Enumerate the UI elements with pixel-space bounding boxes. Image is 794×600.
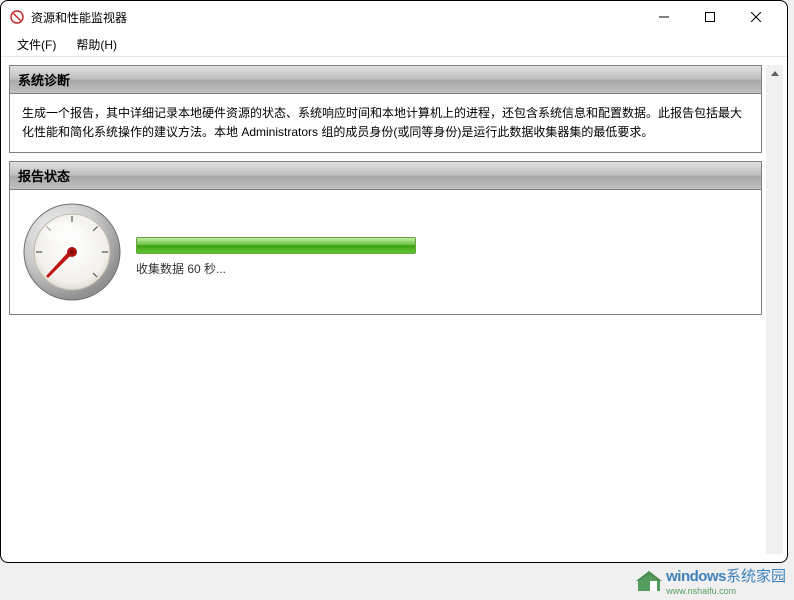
report-body: 收集数据 60 秒... bbox=[10, 190, 761, 314]
gauge-icon bbox=[22, 202, 122, 302]
scrollbar-vertical[interactable] bbox=[766, 65, 783, 554]
menu-help[interactable]: 帮助(H) bbox=[68, 34, 125, 55]
house-icon bbox=[636, 569, 662, 593]
progress-bar bbox=[136, 237, 416, 254]
app-window: 资源和性能监视器 文件(F) 帮助(H) 系统诊断 生成一个报告，其中详细记录本… bbox=[0, 0, 788, 563]
app-icon bbox=[9, 9, 25, 25]
watermark-brand-b: 系统家园 bbox=[726, 568, 786, 585]
scrollbar-up-icon[interactable] bbox=[766, 65, 783, 82]
maximize-button[interactable] bbox=[687, 2, 733, 32]
progress-fill bbox=[137, 238, 415, 253]
window-title: 资源和性能监视器 bbox=[31, 9, 641, 26]
content-inner: 系统诊断 生成一个报告，其中详细记录本地硬件资源的状态、系统响应时间和本地计算机… bbox=[9, 65, 762, 554]
titlebar: 资源和性能监视器 bbox=[1, 1, 787, 33]
watermark-url: www.nshaifu.com bbox=[666, 586, 786, 596]
menu-file[interactable]: 文件(F) bbox=[9, 34, 64, 55]
close-button[interactable] bbox=[733, 2, 779, 32]
progress-section: 收集数据 60 秒... bbox=[136, 227, 749, 277]
watermark-brand-a: windows bbox=[666, 568, 726, 585]
panel-header-status: 报告状态 bbox=[10, 162, 761, 190]
menubar: 文件(F) 帮助(H) bbox=[1, 33, 787, 57]
panel-header-diagnosis: 系统诊断 bbox=[10, 66, 761, 94]
panel-system-diagnosis: 系统诊断 生成一个报告，其中详细记录本地硬件资源的状态、系统响应时间和本地计算机… bbox=[9, 65, 762, 153]
watermark-text: windows系统家园 www.nshaifu.com bbox=[666, 565, 786, 596]
content-area: 系统诊断 生成一个报告，其中详细记录本地硬件资源的状态、系统响应时间和本地计算机… bbox=[1, 57, 787, 562]
watermark: windows系统家园 www.nshaifu.com bbox=[636, 565, 786, 596]
progress-label: 收集数据 60 秒... bbox=[136, 260, 749, 277]
panel-body-diagnosis: 生成一个报告，其中详细记录本地硬件资源的状态、系统响应时间和本地计算机上的进程，… bbox=[10, 94, 761, 152]
minimize-button[interactable] bbox=[641, 2, 687, 32]
panel-report-status: 报告状态 bbox=[9, 161, 762, 315]
